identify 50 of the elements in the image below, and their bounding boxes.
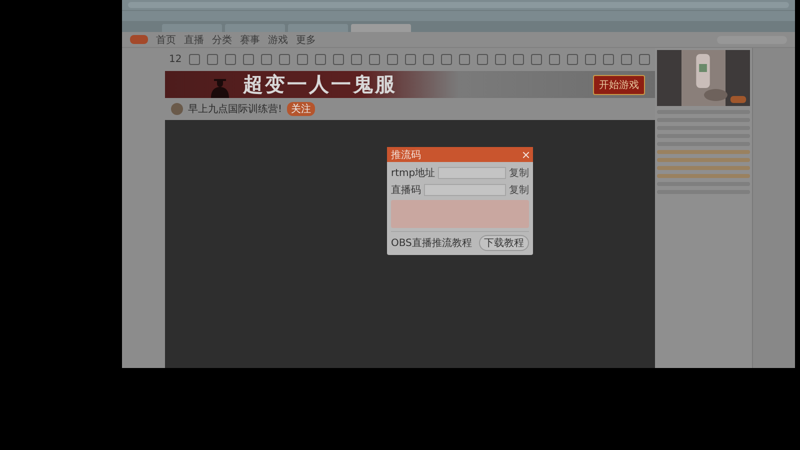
avatar-icon	[171, 103, 183, 115]
square-icon[interactable]	[494, 54, 506, 65]
square-icon[interactable]	[422, 54, 434, 65]
field-label: rtmp地址	[391, 166, 436, 180]
square-icon[interactable]	[512, 54, 524, 65]
square-icon[interactable]	[404, 54, 416, 65]
nav-link[interactable]: 分类	[212, 32, 232, 46]
nav-link[interactable]: 游戏	[268, 32, 288, 46]
square-icon[interactable]	[296, 54, 308, 65]
banner-title: 超变一人一鬼服	[243, 71, 397, 98]
square-icon[interactable]	[584, 54, 596, 65]
square-icon[interactable]	[350, 54, 362, 65]
square-icon[interactable]	[206, 54, 218, 65]
square-icon[interactable]	[548, 54, 560, 65]
ad-banner[interactable]: 超变一人一鬼服 开始游戏	[165, 71, 655, 98]
square-icon[interactable]	[566, 54, 578, 65]
square-icon[interactable]	[224, 54, 236, 65]
follow-button[interactable]: 关注	[287, 102, 316, 116]
square-icon[interactable]	[188, 54, 200, 65]
square-icon[interactable]	[602, 54, 614, 65]
square-icon[interactable]	[530, 54, 542, 65]
copy-button[interactable]: 复制	[509, 166, 529, 180]
download-button[interactable]: 下载教程	[479, 235, 529, 251]
square-icon[interactable]	[278, 54, 290, 65]
nav-link[interactable]: 直播	[184, 32, 204, 46]
square-icon[interactable]	[638, 54, 650, 65]
close-icon[interactable]	[523, 152, 529, 158]
tutorial-title: OBS直播推流教程	[391, 236, 472, 250]
square-icon[interactable]	[314, 54, 326, 65]
copy-button[interactable]: 复制	[509, 183, 529, 197]
nav-link[interactable]: 首页	[156, 32, 176, 46]
room-title: 早上九点国际训练营!	[188, 102, 282, 116]
input-field[interactable]	[438, 167, 506, 179]
square-icon[interactable]	[368, 54, 380, 65]
square-icon[interactable]	[332, 54, 344, 65]
square-icon[interactable]	[440, 54, 452, 65]
square-icon[interactable]	[386, 54, 398, 65]
square-icon[interactable]	[620, 54, 632, 65]
nav-link[interactable]: 赛事	[240, 32, 260, 46]
input-field[interactable]	[424, 184, 506, 196]
logo-icon[interactable]	[130, 35, 148, 44]
square-icon[interactable]	[476, 54, 488, 65]
nav-link[interactable]: 更多	[296, 32, 316, 46]
square-icon[interactable]	[260, 54, 272, 65]
square-icon[interactable]	[242, 54, 254, 65]
modal-title: 推流码	[391, 148, 421, 162]
field-label: 直播码	[391, 184, 421, 197]
square-icon[interactable]	[458, 54, 470, 65]
start-game-button[interactable]: 开始游戏	[593, 74, 645, 94]
level-number: 12	[169, 54, 182, 65]
